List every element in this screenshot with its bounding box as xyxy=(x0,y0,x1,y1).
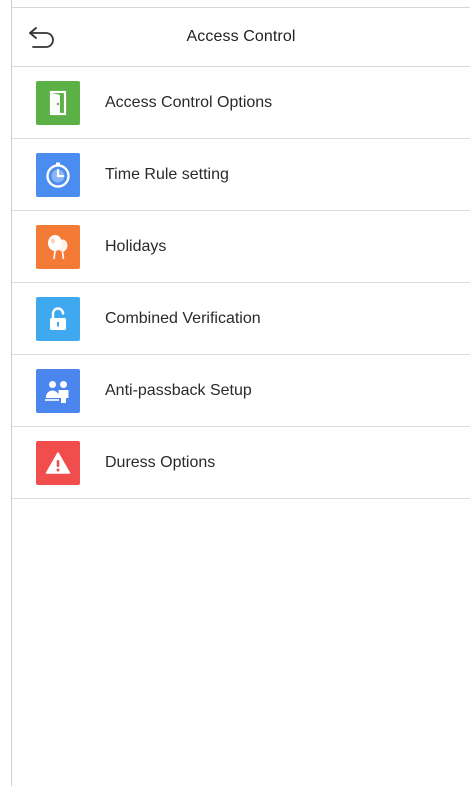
menu-item-anti-passback-setup[interactable]: Anti-passback Setup xyxy=(12,355,470,427)
back-button[interactable] xyxy=(26,22,58,52)
combined-verification-tile xyxy=(36,296,80,341)
menu-list: Access Control Options Time Rule setting xyxy=(12,67,470,499)
menu-item-label: Anti-passback Setup xyxy=(105,381,252,399)
screen: Access Control Access Control Options Ti… xyxy=(11,0,470,786)
menu-item-holidays[interactable]: Holidays xyxy=(12,211,470,283)
holidays-tile xyxy=(36,224,80,269)
duress-options-tile xyxy=(36,440,80,485)
people-icon xyxy=(43,377,73,405)
menu-item-label: Combined Verification xyxy=(105,309,261,327)
menu-item-access-control-options[interactable]: Access Control Options xyxy=(12,67,470,139)
back-arrow-icon xyxy=(27,25,57,49)
menu-item-label: Duress Options xyxy=(105,453,216,471)
menu-item-label: Holidays xyxy=(105,237,167,255)
time-rule-setting-tile xyxy=(36,152,80,197)
clock-icon xyxy=(44,161,72,189)
unlock-icon xyxy=(45,305,71,333)
warning-icon xyxy=(44,450,72,476)
anti-passback-setup-tile xyxy=(36,368,80,413)
balloons-icon xyxy=(44,233,72,261)
menu-item-combined-verification[interactable]: Combined Verification xyxy=(12,283,470,355)
header-bar: Access Control xyxy=(12,8,470,67)
menu-item-label: Access Control Options xyxy=(105,93,273,111)
menu-item-time-rule-setting[interactable]: Time Rule setting xyxy=(12,139,470,211)
access-control-options-tile xyxy=(36,80,80,125)
menu-item-duress-options[interactable]: Duress Options xyxy=(12,427,470,499)
page-title: Access Control xyxy=(186,28,296,45)
menu-item-label: Time Rule setting xyxy=(105,165,229,183)
door-icon xyxy=(46,90,70,116)
